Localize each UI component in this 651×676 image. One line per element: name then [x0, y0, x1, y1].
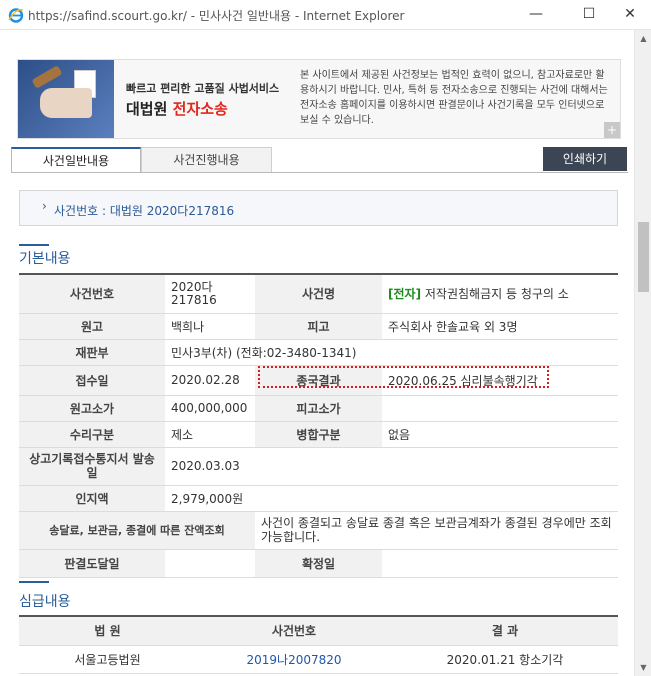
banner-tagline: 빠르고 편리한 고품질 사법서비스 [126, 82, 280, 95]
label-case-number: 사건번호 [19, 275, 165, 314]
tab-divider [11, 172, 628, 173]
section-accent [19, 244, 49, 246]
label-received-date: 접수일 [19, 365, 165, 396]
print-button[interactable]: 인쇄하기 [543, 147, 627, 171]
label-plaintiff-claim: 원고소가 [19, 395, 165, 422]
value-final-result: 2020.06.25 심리불속행기각 [382, 365, 618, 396]
case-number-value: 2020다 217816 [171, 279, 217, 307]
value-plaintiff-claim: 400,000,000 [165, 395, 255, 422]
value-balance-inquiry: 사건이 종결되고 송달료 종결 혹은 보관금계좌가 종결된 경우에만 조회 가능… [255, 511, 618, 550]
value-plaintiff: 백희나 [165, 313, 255, 340]
window-page-title: 민사사건 일반내용 - Internet Explorer [198, 9, 405, 23]
table-row: 서울고등법원 2019나2007820 2020.01.21 항소기각 [19, 645, 618, 674]
table-row: 원고소가 400,000,000 피고소가 [19, 395, 618, 422]
scrollbar-thumb[interactable] [638, 222, 649, 292]
scroll-down-icon[interactable]: ▼ [635, 659, 651, 676]
minimize-icon: — [529, 6, 543, 22]
section-title-appeal: 심급내용 [19, 594, 71, 610]
label-court-division: 재판부 [19, 339, 165, 366]
value-case-number: 2020다 217816 [165, 275, 255, 314]
banner-brand: 대법원 전자소송 [126, 98, 228, 119]
label-judgment-delivery-date: 판결도달일 [19, 549, 165, 578]
minimize-button[interactable]: — [513, 0, 559, 30]
banner-brand-ecourt: 전자소송 [172, 100, 228, 118]
label-confirmed-date: 확정일 [255, 549, 382, 578]
value-merge-type: 없음 [382, 421, 618, 448]
label-appeal-notice-date: 상고기록접수통지서 발송일 [19, 447, 165, 486]
tab-case-progress[interactable]: 사건진행내용 [141, 147, 272, 173]
page-content: 빠르고 편리한 고품질 사법서비스 대법원 전자소송 본 사이트에서 제공된 사… [0, 30, 634, 676]
section-title-basic: 기본내용 [19, 251, 71, 267]
ecourt-banner[interactable]: 빠르고 편리한 고품질 사법서비스 대법원 전자소송 본 사이트에서 제공된 사… [17, 59, 621, 139]
value-appeal-notice-date: 2020.03.03 [165, 447, 618, 486]
banner-brand-court: 대법원 [126, 100, 168, 118]
table-row: 상고기록접수통지서 발송일 2020.03.03 [19, 447, 618, 486]
appeal-result: 2020.01.21 항소기각 [392, 645, 618, 674]
close-button[interactable]: ✕ [607, 0, 651, 30]
label-stamp-fee: 인지액 [19, 485, 165, 512]
basic-info-table: 사건번호 2020다 217816 사건명 [전자] 저작권침해금지 등 청구의… [19, 275, 618, 578]
value-judgment-delivery-date [165, 549, 255, 578]
table-row: 접수일 2020.02.28 종국결과 2020.06.25 심리불속행기각 [19, 365, 618, 396]
value-court-division: 민사3부(차) (전화:02-3480-1341) [165, 339, 618, 366]
window-title-separator: - [186, 9, 199, 23]
banner-illustration [18, 60, 114, 138]
tab-case-general[interactable]: 사건일반내용 [11, 147, 141, 173]
window-title: https://safind.scourt.go.kr/ - 민사사건 일반내용… [28, 7, 404, 24]
table-row: 송달료, 보관금, 종결에 따른 잔액조회 사건이 종결되고 송달료 종결 혹은… [19, 511, 618, 550]
appeal-case-link[interactable]: 2019나2007820 [196, 645, 392, 674]
case-number-box: › 사건번호 : 대법원 2020다217816 [19, 190, 618, 226]
label-case-name: 사건명 [255, 275, 382, 314]
value-defendant-claim [382, 395, 618, 422]
appeal-court: 서울고등법원 [19, 645, 196, 674]
label-balance-inquiry: 송달료, 보관금, 종결에 따른 잔액조회 [19, 511, 255, 550]
table-row: 수리구분 제소 병합구분 없음 [19, 421, 618, 448]
label-defendant-claim: 피고소가 [255, 395, 382, 422]
table-row: 원고 백희나 피고 주식회사 한솔교육 외 3명 [19, 313, 618, 340]
banner-plus-icon[interactable]: + [604, 122, 620, 138]
maximize-button[interactable]: ☐ [566, 0, 612, 30]
value-receipt-type: 제소 [165, 421, 255, 448]
value-defendant: 주식회사 한솔교육 외 3명 [382, 313, 618, 340]
label-defendant: 피고 [255, 313, 382, 340]
label-final-result: 종국결과 [255, 365, 382, 396]
gavel-icon [31, 65, 63, 89]
header-case-number: 사건번호 [196, 617, 392, 646]
vertical-scrollbar[interactable]: ▲ ▼ [634, 30, 651, 676]
maximize-icon: ☐ [582, 6, 596, 22]
value-case-name: [전자] 저작권침해금지 등 청구의 소 [382, 275, 618, 314]
table-row: 인지액 2,979,000원 [19, 485, 618, 512]
table-row: 판결도달일 확정일 [19, 549, 618, 578]
label-receipt-type: 수리구분 [19, 421, 165, 448]
table-row: 재판부 민사3부(차) (전화:02-3480-1341) [19, 339, 618, 366]
table-header-row: 법 원 사건번호 결 과 [19, 617, 618, 646]
appeal-table: 법 원 사건번호 결 과 서울고등법원 2019나2007820 2020.01… [19, 617, 618, 674]
bullet-icon: › [42, 199, 47, 213]
label-plaintiff: 원고 [19, 313, 165, 340]
value-confirmed-date [382, 549, 618, 578]
value-stamp-fee: 2,979,000원 [165, 485, 618, 512]
scroll-up-icon[interactable]: ▲ [635, 30, 651, 47]
header-result: 결 과 [392, 617, 618, 646]
case-name-value: 저작권침해금지 등 청구의 소 [421, 287, 569, 302]
table-row: 사건번호 2020다 217816 사건명 [전자] 저작권침해금지 등 청구의… [19, 275, 618, 314]
hand-icon [40, 88, 92, 118]
header-court: 법 원 [19, 617, 196, 646]
window-titlebar: https://safind.scourt.go.kr/ - 민사사건 일반내용… [0, 0, 651, 30]
value-received-date: 2020.02.28 [165, 365, 255, 396]
banner-description: 본 사이트에서 제공된 사건정보는 법적인 효력이 없으니, 참고자료로만 활용… [300, 70, 608, 126]
section-accent [19, 581, 49, 583]
close-icon: ✕ [624, 6, 636, 22]
internet-explorer-icon [8, 8, 24, 23]
case-number-line: 사건번호 : 대법원 2020다217816 [54, 204, 235, 218]
label-merge-type: 병합구분 [255, 421, 382, 448]
electronic-tag: [전자] [388, 287, 422, 302]
window-url: https://safind.scourt.go.kr/ [28, 9, 187, 23]
